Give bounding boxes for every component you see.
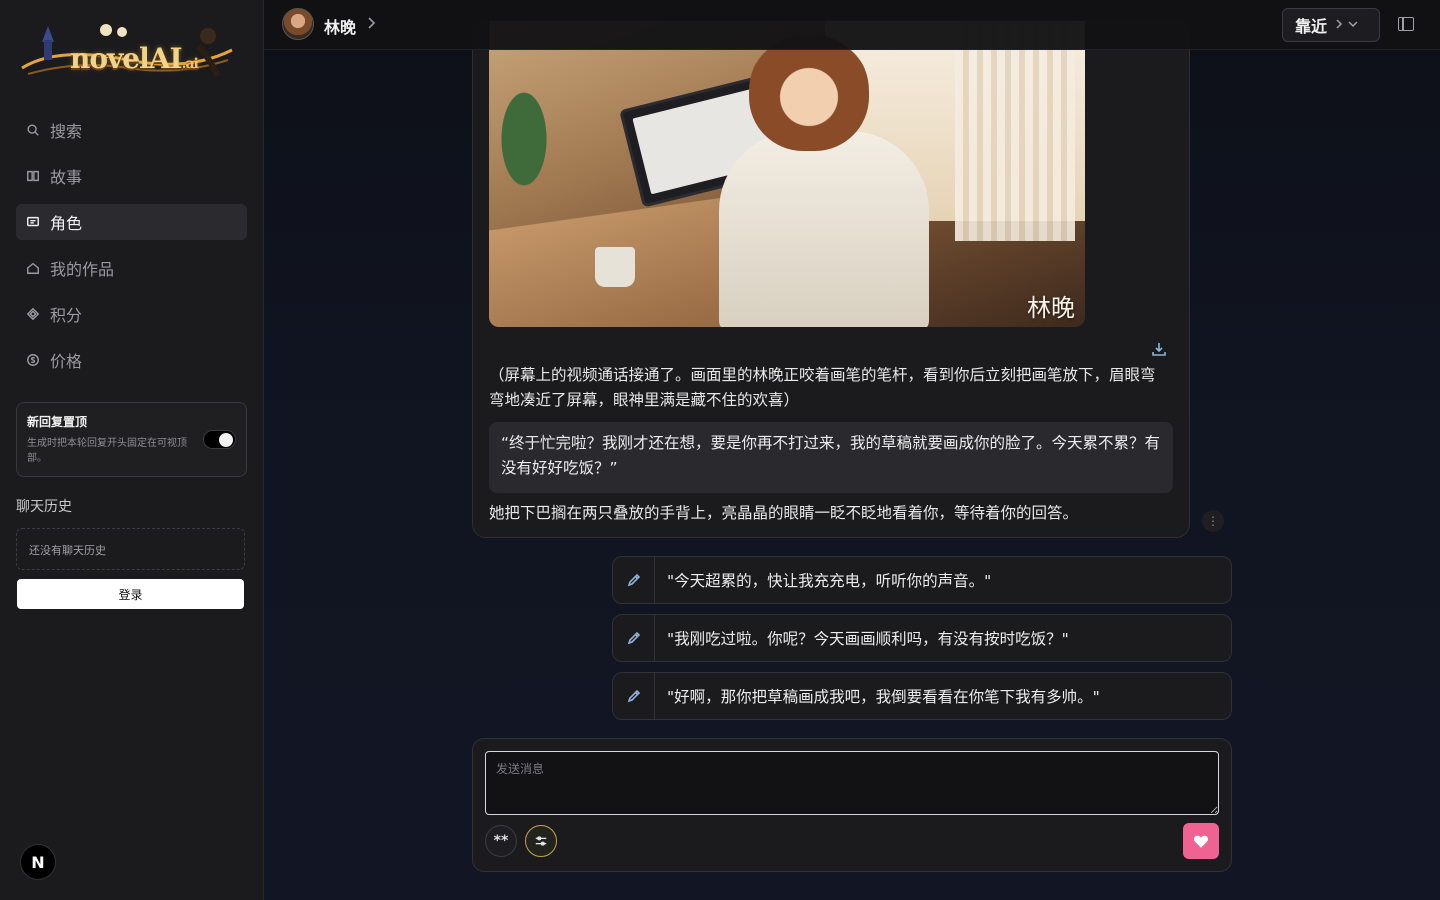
- diamond-icon: [24, 305, 42, 323]
- chat-history-empty: 还没有聊天历史: [16, 528, 245, 570]
- nav-item-my-works[interactable]: 我的作品: [16, 250, 247, 286]
- nav-item-search[interactable]: 搜索: [16, 112, 247, 148]
- chat-main: 林晚 靠近 林晚 （屏幕上的视频通话接通了。画面里的林晚正咬着画笔的笔杆，看到你…: [264, 0, 1440, 900]
- nav-label: 角色: [50, 214, 83, 233]
- character-avatar[interactable]: [282, 8, 314, 40]
- character-message: 林晚 （屏幕上的视频通话接通了。画面里的林晚正咬着画笔的笔杆，看到你后立刻把画笔…: [472, 20, 1190, 538]
- login-button[interactable]: 登录: [17, 579, 244, 609]
- logo-wordmark: novelAI.ai: [70, 42, 199, 75]
- more-options-icon[interactable]: ⋮: [1202, 510, 1224, 532]
- sort-label: 靠近: [1295, 17, 1328, 36]
- message-closing: 她把下巴搁在两只叠放的手背上，亮晶晶的眼睛一眨不眨地看着你，等待着你的回答。: [489, 504, 1079, 522]
- home-icon: [24, 259, 42, 277]
- nav-label: 搜索: [50, 122, 83, 141]
- pencil-icon[interactable]: [613, 673, 655, 719]
- search-icon: [24, 121, 42, 139]
- chevron-right-icon[interactable]: [366, 16, 378, 32]
- nav-label: 故事: [50, 168, 83, 187]
- settings-sliders-button[interactable]: [525, 825, 557, 857]
- n-badge[interactable]: N: [20, 844, 56, 880]
- pin-reply-card: 新回复置顶 生成时把本轮回复开头固定在可视顶部。: [16, 402, 247, 477]
- chat-history-heading: 聊天历史: [16, 499, 72, 515]
- character-name[interactable]: 林晚: [324, 14, 356, 38]
- book-icon: [24, 167, 42, 185]
- scene-plant: [489, 91, 559, 211]
- scene-curtain: [955, 21, 1075, 241]
- sidebar: novelAI.ai 搜索 故事 角色 我的作品 积分 价格 新回复置顶 生成时…: [0, 0, 264, 900]
- pencil-icon[interactable]: [613, 615, 655, 661]
- nav-label: 价格: [50, 352, 83, 371]
- image-signature: 林晚: [1027, 294, 1075, 322]
- pencil-icon[interactable]: [613, 557, 655, 603]
- suggestion-text: "我刚吃过啦。你呢？今天画画顺利吗，有没有按时吃饭？": [667, 630, 1069, 648]
- scene-character-body: [719, 131, 929, 327]
- message-input[interactable]: [485, 751, 1219, 815]
- scene-mug: [595, 247, 635, 287]
- nav-label: 我的作品: [50, 260, 115, 279]
- sidebar-panel-icon[interactable]: [1398, 17, 1414, 31]
- suggestion-text: "今天超累的，快让我充充电，听听你的声音。": [667, 572, 992, 590]
- message-composer: **: [472, 738, 1232, 872]
- nav-label: 积分: [50, 306, 83, 325]
- novelai-logo[interactable]: novelAI.ai: [18, 16, 238, 88]
- sliders-icon: [535, 836, 547, 846]
- pin-reply-toggle[interactable]: [203, 430, 236, 449]
- nav-item-characters[interactable]: 角色: [16, 204, 247, 240]
- pin-reply-title: 新回复置顶: [27, 415, 88, 429]
- reply-suggestion[interactable]: "今天超累的，快让我充充电，听听你的声音。": [612, 556, 1232, 604]
- chat-icon: [24, 213, 42, 231]
- chevron-down-icon: [1335, 18, 1361, 33]
- download-icon[interactable]: [1151, 341, 1167, 357]
- main-nav: 搜索 故事 角色 我的作品 积分 价格: [16, 112, 247, 388]
- markdown-stars-button[interactable]: **: [485, 825, 517, 857]
- reply-suggestion[interactable]: "我刚吃过啦。你呢？今天画画顺利吗，有没有按时吃饭？": [612, 614, 1232, 662]
- heart-icon: [1193, 835, 1209, 848]
- chat-header: 林晚 靠近: [264, 0, 1440, 50]
- nav-item-pricing[interactable]: 价格: [16, 342, 247, 378]
- suggestion-text: "好啊，那你把草稿画成我吧，我倒要看看在你笔下我有多帅。": [667, 688, 1100, 706]
- nav-item-credits[interactable]: 积分: [16, 296, 247, 332]
- sort-dropdown[interactable]: 靠近: [1282, 8, 1380, 42]
- message-narration: （屏幕上的视频通话接通了。画面里的林晚正咬着画笔的笔杆，看到你后立刻把画笔放下，…: [489, 366, 1156, 409]
- character-scene-image: 林晚: [489, 21, 1085, 327]
- send-heart-button[interactable]: [1183, 823, 1219, 859]
- nav-item-stories[interactable]: 故事: [16, 158, 247, 194]
- reply-suggestion[interactable]: "好啊，那你把草稿画成我吧，我倒要看看在你笔下我有多帅。": [612, 672, 1232, 720]
- dollar-icon: [24, 351, 42, 369]
- pin-reply-description: 生成时把本轮回复开头固定在可视顶部。: [27, 438, 187, 464]
- message-dialogue: “终于忙完啦？我刚才还在想，要是你再不打过来，我的草稿就要画成你的脸了。今天累不…: [489, 422, 1173, 493]
- toggle-knob: [219, 433, 233, 447]
